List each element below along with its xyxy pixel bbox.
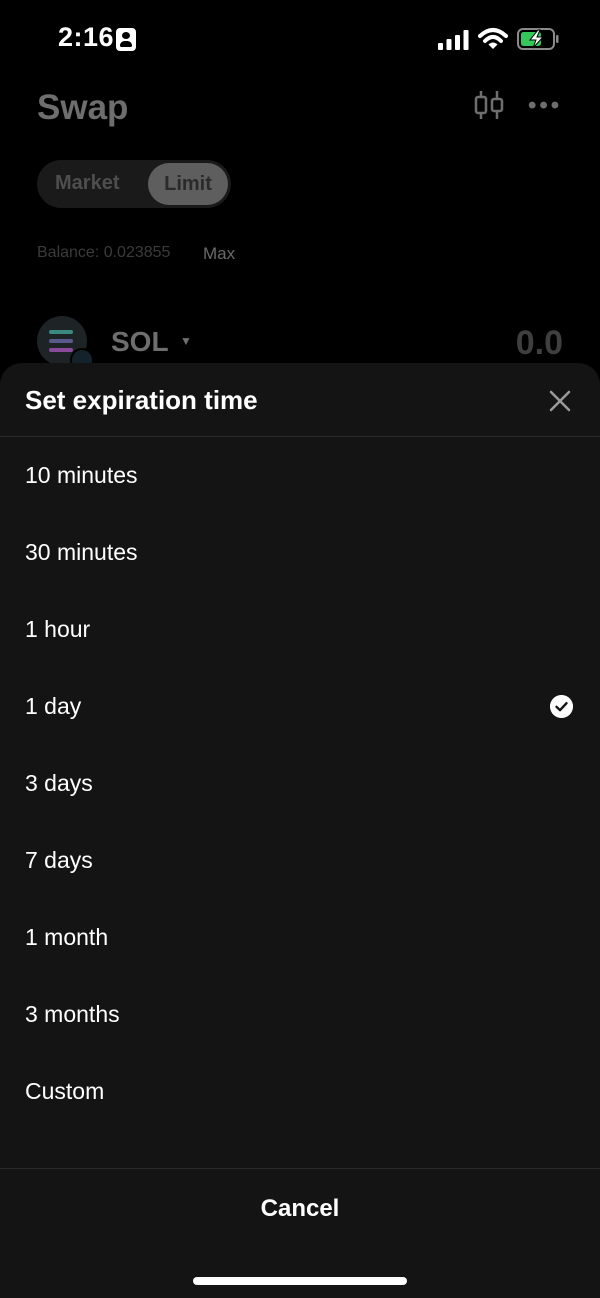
sheet-title: Set expiration time: [25, 385, 258, 415]
option-label: 1 hour: [25, 616, 91, 642]
status-bar: 2:16: [0, 0, 600, 80]
option-label: 7 days: [25, 847, 93, 873]
option-label: Custom: [25, 1078, 105, 1104]
amount-input[interactable]: 0.0: [516, 324, 563, 363]
balance-label: Balance: 0.023855: [37, 244, 171, 261]
battery-charging-icon: [517, 28, 559, 50]
expiration-options-list: 10 minutes 30 minutes 1 hour 1 day 3 day…: [0, 437, 600, 1130]
option-3-days[interactable]: 3 days: [0, 745, 600, 822]
checkmark-icon: [550, 695, 573, 718]
option-label: 30 minutes: [25, 539, 138, 565]
option-label: 3 months: [25, 1001, 120, 1027]
option-30-minutes[interactable]: 30 minutes: [0, 514, 600, 591]
option-7-days[interactable]: 7 days: [0, 822, 600, 899]
more-options-icon[interactable]: •••: [528, 92, 562, 120]
wifi-icon: [478, 28, 508, 49]
option-3-months[interactable]: 3 months: [0, 976, 600, 1053]
candlestick-chart-icon[interactable]: [472, 90, 506, 120]
order-type-toggle: Market Limit: [37, 160, 231, 208]
contact-badge-icon: [116, 28, 136, 51]
page-title: Swap: [37, 88, 129, 127]
status-time: 2:16: [58, 22, 115, 52]
option-1-day[interactable]: 1 day: [0, 668, 600, 745]
option-label: 1 day: [25, 693, 82, 719]
close-button[interactable]: [540, 381, 580, 421]
close-icon: [549, 390, 571, 412]
token-symbol[interactable]: SOL: [111, 326, 169, 358]
option-10-minutes[interactable]: 10 minutes: [0, 437, 600, 514]
max-button[interactable]: Max: [203, 244, 235, 264]
option-label: 10 minutes: [25, 462, 138, 488]
option-label: 3 days: [25, 770, 93, 796]
option-1-month[interactable]: 1 month: [0, 899, 600, 976]
home-indicator[interactable]: [193, 1277, 407, 1285]
option-1-hour[interactable]: 1 hour: [0, 591, 600, 668]
option-label: 1 month: [25, 924, 109, 950]
cancel-button[interactable]: Cancel: [0, 1169, 600, 1249]
expiration-time-sheet: Set expiration time 10 minutes 30 minute…: [0, 363, 600, 1298]
chevron-down-icon[interactable]: ▼: [180, 334, 192, 348]
tab-limit[interactable]: Limit: [148, 163, 228, 205]
option-custom[interactable]: Custom: [0, 1053, 600, 1130]
cellular-signal-icon: [438, 30, 469, 50]
tab-market[interactable]: Market: [55, 172, 119, 195]
